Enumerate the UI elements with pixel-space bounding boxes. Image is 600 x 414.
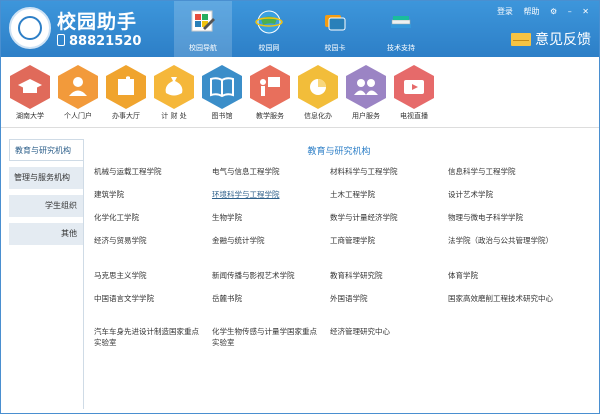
content-title: 教育与研究机构 bbox=[307, 147, 371, 157]
quick-link-library[interactable]: 图书馆 bbox=[199, 65, 245, 121]
app-window: 校园助手 88821520 校园导航 校园网 校园卡 技术支持 登录 帮助 ⚙ … bbox=[0, 0, 600, 414]
quick-link-it-office[interactable]: 信息化办 bbox=[295, 65, 341, 121]
tab-campus-network[interactable]: 校园网 bbox=[240, 1, 298, 57]
envelope-icon bbox=[511, 33, 531, 46]
puzzle-icon bbox=[106, 65, 146, 109]
quick-link-label: 用户服务 bbox=[352, 112, 380, 120]
institution-link[interactable]: 汽车车身先进设计制造国家重点实验室 bbox=[94, 326, 204, 348]
help-link[interactable]: 帮助 bbox=[523, 7, 539, 16]
institution-link[interactable]: 法学院（政治与公共管理学院） bbox=[448, 235, 558, 246]
book-icon bbox=[202, 65, 242, 109]
institution-link[interactable]: 工商管理学院 bbox=[330, 235, 440, 246]
institution-link[interactable]: 新闻传播与影视艺术学院 bbox=[212, 270, 322, 281]
login-link[interactable]: 登录 bbox=[497, 7, 513, 16]
users-icon bbox=[346, 65, 386, 109]
quick-link-label: 电视直播 bbox=[400, 112, 428, 120]
institution-link[interactable]: 信息科学与工程学院 bbox=[448, 166, 558, 177]
institution-link[interactable]: 建筑学院 bbox=[94, 189, 204, 200]
graduation-cap-icon bbox=[10, 65, 50, 109]
institution-link[interactable]: 设计艺术学院 bbox=[448, 189, 558, 200]
sidebar-item-management[interactable]: 管理与服务机构 bbox=[9, 167, 83, 189]
quick-link-hnu[interactable]: 湖南大学 bbox=[7, 65, 53, 121]
quick-links-bar: 湖南大学 个人门户 办事大厅 计 财 处 图书馆 教学服务 信息化办 用户服务 bbox=[1, 57, 599, 128]
quick-link-user-service[interactable]: 用户服务 bbox=[343, 65, 389, 121]
institution-link[interactable]: 电气与信息工程学院 bbox=[212, 166, 322, 177]
person-icon bbox=[58, 65, 98, 109]
tab-label: 校园卡 bbox=[324, 44, 346, 52]
title-bar: 校园助手 88821520 校园导航 校园网 校园卡 技术支持 登录 帮助 ⚙ … bbox=[1, 1, 599, 57]
phone-icon bbox=[57, 34, 65, 46]
institution-link[interactable]: 物理与微电子科学学院 bbox=[448, 212, 558, 223]
quick-link-label: 办事大厅 bbox=[112, 112, 140, 120]
institution-link[interactable]: 国家高效磨削工程技术研究中心 bbox=[448, 293, 558, 304]
institution-link[interactable]: 生物学院 bbox=[212, 212, 322, 223]
close-icon[interactable]: ✕ bbox=[582, 7, 589, 16]
tab-label: 校园导航 bbox=[189, 44, 217, 52]
quick-link-label: 个人门户 bbox=[64, 112, 92, 120]
quick-link-portal[interactable]: 个人门户 bbox=[55, 65, 101, 121]
institution-link[interactable]: 体育学院 bbox=[448, 270, 558, 281]
institution-link[interactable]: 环境科学与工程学院 bbox=[212, 189, 322, 200]
tab-label: 技术支持 bbox=[387, 44, 415, 52]
category-sidebar: 教育与研究机构 管理与服务机构 学生组织 其他 bbox=[9, 139, 83, 251]
institution-link[interactable]: 经济管理研究中心 bbox=[330, 326, 440, 337]
institution-link[interactable]: 中国语言文学学院 bbox=[94, 293, 204, 304]
quick-link-service-hall[interactable]: 办事大厅 bbox=[103, 65, 149, 121]
sidebar-item-other[interactable]: 其他 bbox=[9, 223, 83, 245]
teaching-icon bbox=[250, 65, 290, 109]
money-bag-icon bbox=[154, 65, 194, 109]
phone-text: 88821520 bbox=[69, 34, 142, 49]
minimize-icon[interactable]: – bbox=[568, 7, 572, 16]
tab-tech-support[interactable]: 技术支持 bbox=[372, 1, 430, 57]
tab-campus-navigation[interactable]: 校园导航 bbox=[174, 1, 232, 57]
quick-link-label: 湖南大学 bbox=[16, 112, 44, 120]
institution-link[interactable]: 外国语学院 bbox=[330, 293, 440, 304]
institution-link[interactable]: 土木工程学院 bbox=[330, 189, 440, 200]
quick-link-label: 计 财 处 bbox=[161, 112, 187, 120]
institution-link[interactable]: 机械与运载工程学院 bbox=[94, 166, 204, 177]
institution-link[interactable]: 岳麓书院 bbox=[212, 293, 322, 304]
quick-link-tv-live[interactable]: 电视直播 bbox=[391, 65, 437, 121]
sidebar-item-student-orgs[interactable]: 学生组织 bbox=[9, 195, 83, 217]
content-panel: 教育与研究机构 机械与运载工程学院 电气与信息工程学院 材料科学与工程学院 信息科学与… bbox=[83, 139, 594, 409]
quick-link-finance[interactable]: 计 财 处 bbox=[151, 65, 197, 121]
globe-icon bbox=[255, 10, 283, 34]
institution-link[interactable]: 数学与计量经济学院 bbox=[330, 212, 440, 223]
pie-chart-icon bbox=[298, 65, 338, 109]
gear-icon[interactable]: ⚙ bbox=[550, 7, 557, 16]
top-links: 登录 帮助 ⚙ – ✕ bbox=[489, 6, 589, 17]
institution-link[interactable]: 马克思主义学院 bbox=[94, 270, 204, 281]
university-logo bbox=[9, 7, 51, 49]
quick-link-label: 信息化办 bbox=[304, 112, 332, 120]
institution-link[interactable]: 化学生物传感与计量学国家重点实验室 bbox=[212, 326, 322, 348]
institution-link[interactable]: 金融与统计学院 bbox=[212, 235, 322, 246]
feedback-label: 意见反馈 bbox=[535, 32, 591, 48]
institution-link[interactable]: 化学化工学院 bbox=[94, 212, 204, 223]
institution-link[interactable]: 教育科学研究院 bbox=[330, 270, 440, 281]
quick-link-label: 图书馆 bbox=[211, 112, 233, 120]
tv-icon bbox=[394, 65, 434, 109]
app-title: 校园助手 bbox=[57, 11, 138, 33]
tab-campus-card[interactable]: 校园卡 bbox=[306, 1, 364, 57]
books-icon bbox=[391, 16, 411, 28]
institution-link[interactable]: 材料科学与工程学院 bbox=[330, 166, 440, 177]
quick-link-label: 教学服务 bbox=[256, 112, 284, 120]
card-icon bbox=[325, 15, 346, 31]
feedback-button[interactable]: 意见反馈 bbox=[511, 29, 591, 49]
phone-number: 88821520 bbox=[57, 34, 141, 49]
sidebar-item-education[interactable]: 教育与研究机构 bbox=[9, 139, 83, 161]
tab-label: 校园网 bbox=[258, 44, 280, 52]
institution-link[interactable]: 经济与贸易学院 bbox=[94, 235, 204, 246]
campus-navigation-icon bbox=[191, 10, 215, 32]
quick-link-teaching[interactable]: 教学服务 bbox=[247, 65, 293, 121]
